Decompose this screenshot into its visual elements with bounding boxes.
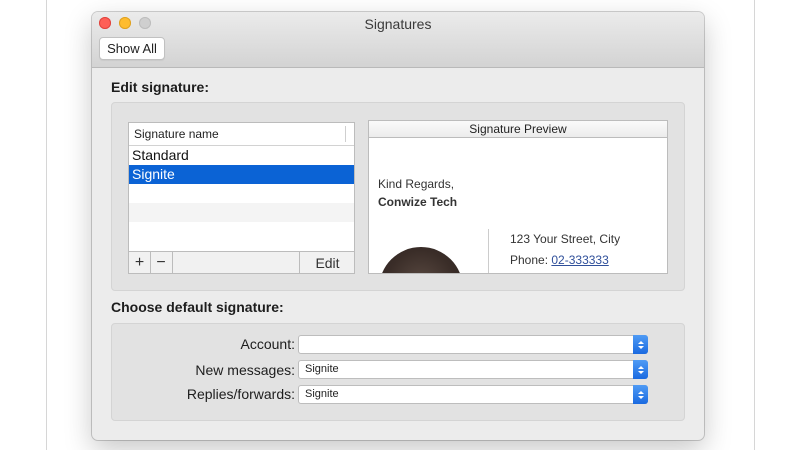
replies-forwards-label: Replies/forwards:	[186, 386, 295, 402]
preview-phone-link[interactable]: 02-333333	[551, 253, 608, 267]
show-all-button[interactable]: Show All	[99, 37, 165, 60]
empty-row	[129, 203, 354, 222]
edit-signature-label: Edit signature:	[111, 79, 210, 95]
empty-row	[129, 184, 354, 203]
preview-divider	[488, 229, 489, 273]
replies-forwards-select-value: Signite	[305, 388, 339, 400]
window-title: Signatures	[364, 16, 432, 32]
signature-name-column-header: Signature name	[134, 127, 219, 141]
signature-preview: Signature Preview Kind Regards, Conwize …	[368, 120, 668, 274]
preview-avatar-photo	[379, 247, 463, 273]
edit-signature-button[interactable]: Edit	[299, 252, 354, 273]
title-bar: Signatures Show All	[92, 12, 704, 68]
choose-default-signature-label: Choose default signature:	[111, 299, 284, 315]
remove-signature-button[interactable]: −	[150, 252, 173, 273]
new-messages-select-value: Signite	[305, 363, 339, 375]
signature-row-standard[interactable]: Standard	[129, 146, 354, 165]
column-separator	[345, 126, 346, 142]
preview-greeting: Kind Regards,	[378, 177, 455, 191]
new-messages-select-arrows-icon	[633, 360, 648, 379]
signature-row-signite[interactable]: Signite	[129, 165, 354, 184]
background-divider-left	[46, 0, 47, 450]
preview-phone: Phone: 02-333333	[510, 253, 609, 267]
replies-forwards-select[interactable]: Signite	[298, 385, 648, 404]
signature-preview-header: Signature Preview	[369, 121, 667, 138]
account-select[interactable]	[298, 335, 648, 354]
signature-list-toolbar: + − Edit	[129, 251, 354, 273]
preview-address: 123 Your Street, City	[510, 232, 621, 246]
signature-row-label: Standard	[132, 147, 189, 163]
add-signature-button[interactable]: +	[129, 252, 151, 273]
signature-list-header[interactable]: Signature name	[129, 123, 354, 146]
empty-row	[129, 222, 354, 241]
new-messages-select[interactable]: Signite	[298, 360, 648, 379]
signature-row-label: Signite	[132, 166, 175, 182]
signatures-window: Signatures Show All Edit signature: Sign…	[92, 12, 704, 440]
background-divider-right	[754, 0, 755, 450]
replies-forwards-select-arrows-icon	[633, 385, 648, 404]
preview-company: Conwize Tech	[378, 195, 458, 209]
preview-phone-label: Phone:	[510, 253, 552, 267]
account-label: Account:	[240, 336, 295, 352]
account-select-arrows-icon	[633, 335, 648, 354]
new-messages-label: New messages:	[195, 362, 295, 378]
signature-list[interactable]: Signature name Standard Signite + − Edit	[128, 122, 355, 274]
